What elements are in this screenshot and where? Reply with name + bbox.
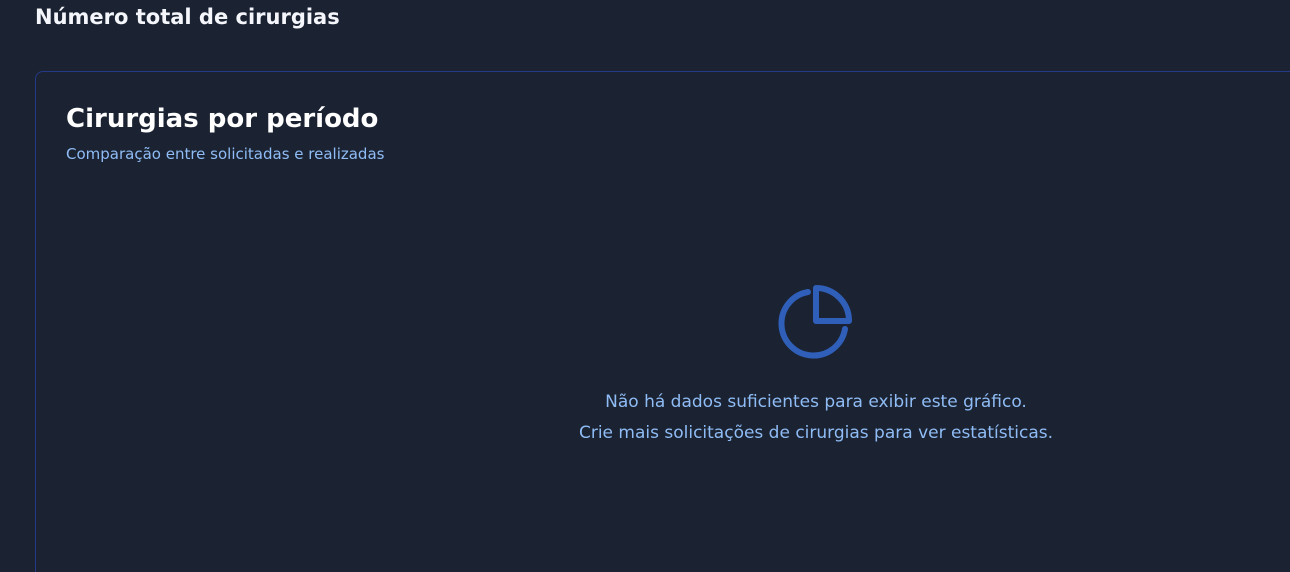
surgeries-period-card: Cirurgias por período Comparação entre s… <box>35 71 1290 572</box>
card-title: Cirurgias por período <box>66 104 379 134</box>
dashboard-page: Número total de cirurgias Cirurgias por … <box>0 0 1290 572</box>
pie-chart-icon <box>778 285 852 359</box>
section-title: Número total de cirurgias <box>35 5 340 29</box>
card-subtitle: Comparação entre solicitadas e realizada… <box>66 145 385 163</box>
empty-state-message-line-2: Crie mais solicitações de cirurgias para… <box>578 423 1054 443</box>
empty-state-message-line-1: Não há dados suficientes para exibir est… <box>605 392 1027 412</box>
empty-chart-state: Não há dados suficientes para exibir est… <box>466 282 1166 449</box>
